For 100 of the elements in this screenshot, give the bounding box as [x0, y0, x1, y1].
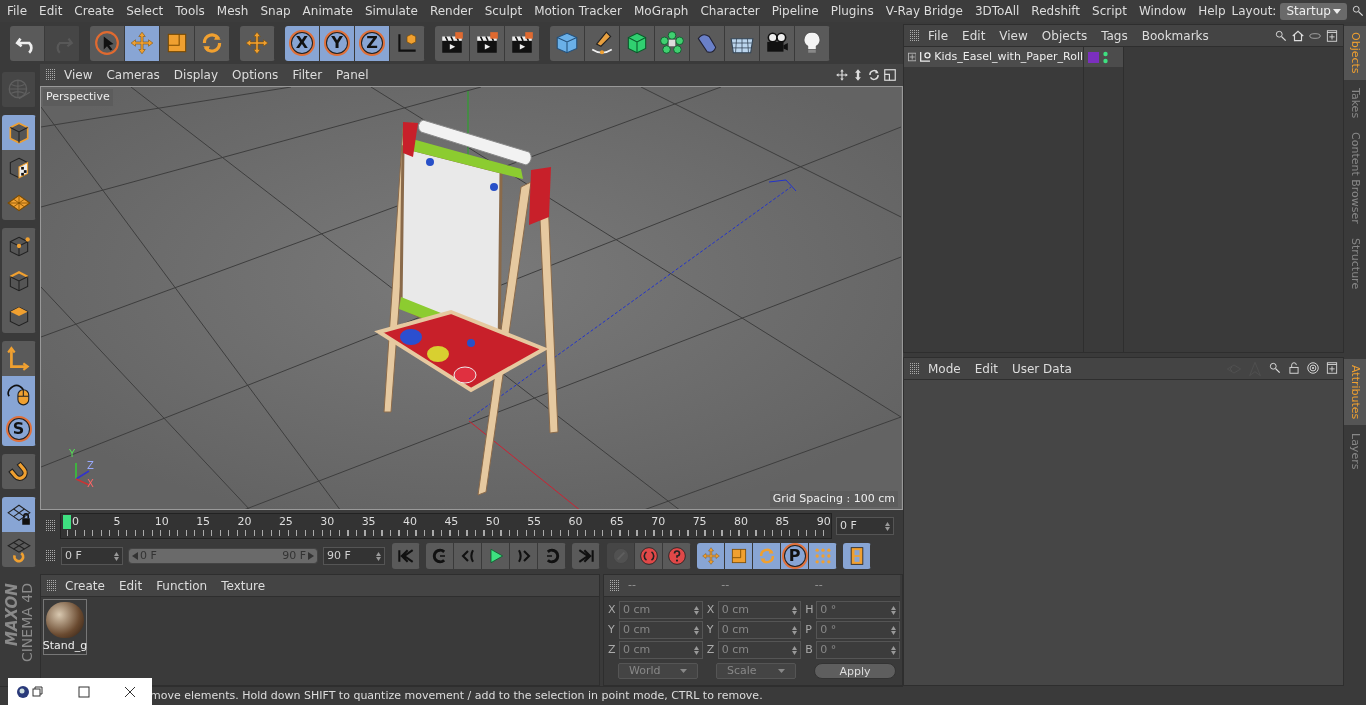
spinner-arrows-icon[interactable]	[693, 625, 699, 635]
attributes-menu-item[interactable]: User Data	[1005, 359, 1078, 378]
material-menu-item[interactable]: Function	[150, 576, 214, 595]
playback-button[interactable]	[392, 543, 420, 569]
menu-item[interactable]: Select	[120, 2, 170, 20]
viewport-menu-item[interactable]: Options	[226, 66, 285, 84]
material-swatch[interactable]: Stand_g	[43, 599, 87, 655]
tool-button[interactable]	[435, 25, 470, 61]
spinner-arrows-icon[interactable]	[891, 605, 896, 615]
viewport[interactable]: Perspective Grid Spacing : 100 cm Y Z X	[40, 86, 903, 510]
menu-item[interactable]: Redshift	[1025, 2, 1087, 20]
material-menu-item[interactable]: Edit	[112, 576, 149, 595]
spinner-arrows-icon[interactable]	[376, 551, 381, 561]
side-tab[interactable]: Attributes	[1344, 359, 1366, 426]
menu-item[interactable]: Sculpt	[478, 2, 529, 20]
tool-button[interactable]	[725, 25, 760, 61]
playback-button[interactable]	[572, 543, 600, 569]
menu-item[interactable]: Mesh	[210, 2, 255, 20]
menu-item[interactable]: 3DToAll	[968, 2, 1026, 20]
restore-icon[interactable]	[32, 685, 44, 698]
side-tab[interactable]: Objects	[1344, 26, 1366, 80]
menu-item[interactable]: Render	[423, 2, 479, 20]
menu-item[interactable]: Character	[694, 2, 766, 20]
menu-item[interactable]: Help	[1192, 2, 1232, 20]
visibility-dots-icon[interactable]	[1103, 50, 1108, 64]
spinner-arrows-icon[interactable]	[693, 605, 699, 615]
tool-button[interactable]	[2, 150, 36, 185]
spinner-arrows-icon[interactable]	[891, 625, 896, 635]
menu-item[interactable]: Tools	[169, 2, 211, 20]
viewport-menu-item[interactable]: Cameras	[100, 66, 166, 84]
tool-button[interactable]	[505, 25, 540, 61]
layer-color-swatch[interactable]	[1088, 51, 1099, 63]
timeline-ruler[interactable]: 0 5 10 15 20 25 30 35 40 45 50 55 60 65 70 75 80 85 90	[60, 513, 832, 539]
tool-button[interactable]	[2, 497, 36, 532]
spinner-arrows-icon[interactable]	[792, 625, 798, 635]
app-logo-icon[interactable]	[16, 684, 30, 699]
viewport-menu-item[interactable]: Filter	[286, 66, 329, 84]
tool-button[interactable]	[2, 298, 36, 333]
tool-button[interactable]	[10, 25, 45, 61]
viewport-menu-item[interactable]: Display	[167, 66, 225, 84]
object-row[interactable]: Kids_Easel_with_Paper_Roll	[904, 47, 1083, 67]
menu-item[interactable]: File	[1, 2, 34, 20]
new-panel-icon	[1325, 360, 1339, 375]
playback-button[interactable]	[482, 543, 510, 569]
viewport-menu-item[interactable]: View	[58, 66, 99, 84]
tool-button[interactable]	[390, 25, 425, 61]
tool-button[interactable]	[655, 25, 690, 61]
spinner-arrows-icon[interactable]	[885, 521, 890, 531]
material-menu-item[interactable]: Texture	[215, 576, 272, 595]
tool-button[interactable]: Z	[355, 25, 390, 61]
menu-item[interactable]: MoGraph	[627, 2, 695, 20]
tool-button[interactable]	[585, 25, 620, 61]
frame-number: 30	[320, 514, 335, 530]
tool-button[interactable]: X	[285, 25, 320, 61]
tool-button[interactable]	[470, 25, 505, 61]
attributes-menu-item[interactable]: Mode	[922, 359, 967, 378]
spinner-arrows-icon[interactable]	[693, 645, 699, 655]
spinner-arrows-icon[interactable]	[792, 605, 798, 615]
layout-dropdown[interactable]: Startup	[1280, 2, 1347, 20]
menu-item[interactable]: Edit	[33, 2, 69, 20]
material-menu-item[interactable]: Create	[59, 576, 111, 595]
playback-button[interactable]	[538, 543, 566, 569]
objects-menu-item[interactable]: Objects	[1035, 26, 1094, 45]
tool-button[interactable]	[2, 454, 36, 489]
objects-menu-item[interactable]: File	[922, 26, 955, 45]
spinner-arrows-icon[interactable]	[114, 551, 119, 561]
menu-item[interactable]: Plugins	[824, 2, 880, 20]
menu-item[interactable]: Create	[68, 2, 121, 20]
playback-button[interactable]	[454, 543, 482, 569]
playback-button[interactable]	[510, 543, 538, 569]
frame-field[interactable]: 0 F	[836, 517, 894, 535]
objects-menu-item[interactable]: Bookmarks	[1135, 26, 1215, 45]
menu-item[interactable]: Snap	[254, 2, 297, 20]
menu-item[interactable]: Pipeline	[765, 2, 825, 20]
viewport-menu-item[interactable]: Panel	[330, 66, 375, 84]
start-frame-field[interactable]: 0 F	[61, 547, 123, 565]
maximize-icon[interactable]	[78, 685, 90, 698]
playback-button[interactable]	[426, 543, 454, 569]
tool-button[interactable]	[760, 25, 795, 61]
spinner-arrows-icon[interactable]	[891, 645, 896, 655]
apply-button[interactable]: Apply	[814, 663, 896, 679]
menu-item[interactable]: Motion Tracker	[528, 2, 628, 20]
menu-item[interactable]: Script	[1086, 2, 1133, 20]
menu-item[interactable]: Animate	[296, 2, 359, 20]
end-frame-field[interactable]: 90 F	[323, 547, 385, 565]
objects-menu-item[interactable]: Tags	[1095, 26, 1134, 45]
tool-button[interactable]: Y	[320, 25, 355, 61]
objects-menu-item[interactable]: View	[993, 26, 1034, 45]
close-icon[interactable]	[124, 685, 136, 698]
tool-button[interactable]	[2, 532, 36, 567]
tool-button[interactable]: S	[2, 411, 36, 446]
menu-item[interactable]: Simulate	[358, 2, 424, 20]
tool-button[interactable]	[795, 25, 830, 61]
attributes-menu-item[interactable]: Edit	[968, 359, 1004, 378]
menu-item[interactable]: Window	[1132, 2, 1193, 20]
frame-number: 5	[113, 514, 122, 530]
tool-button[interactable]	[2, 376, 36, 411]
menu-item[interactable]: V-Ray Bridge	[879, 2, 969, 20]
objects-menu-item[interactable]: Edit	[956, 26, 992, 45]
spinner-arrows-icon[interactable]	[792, 645, 798, 655]
